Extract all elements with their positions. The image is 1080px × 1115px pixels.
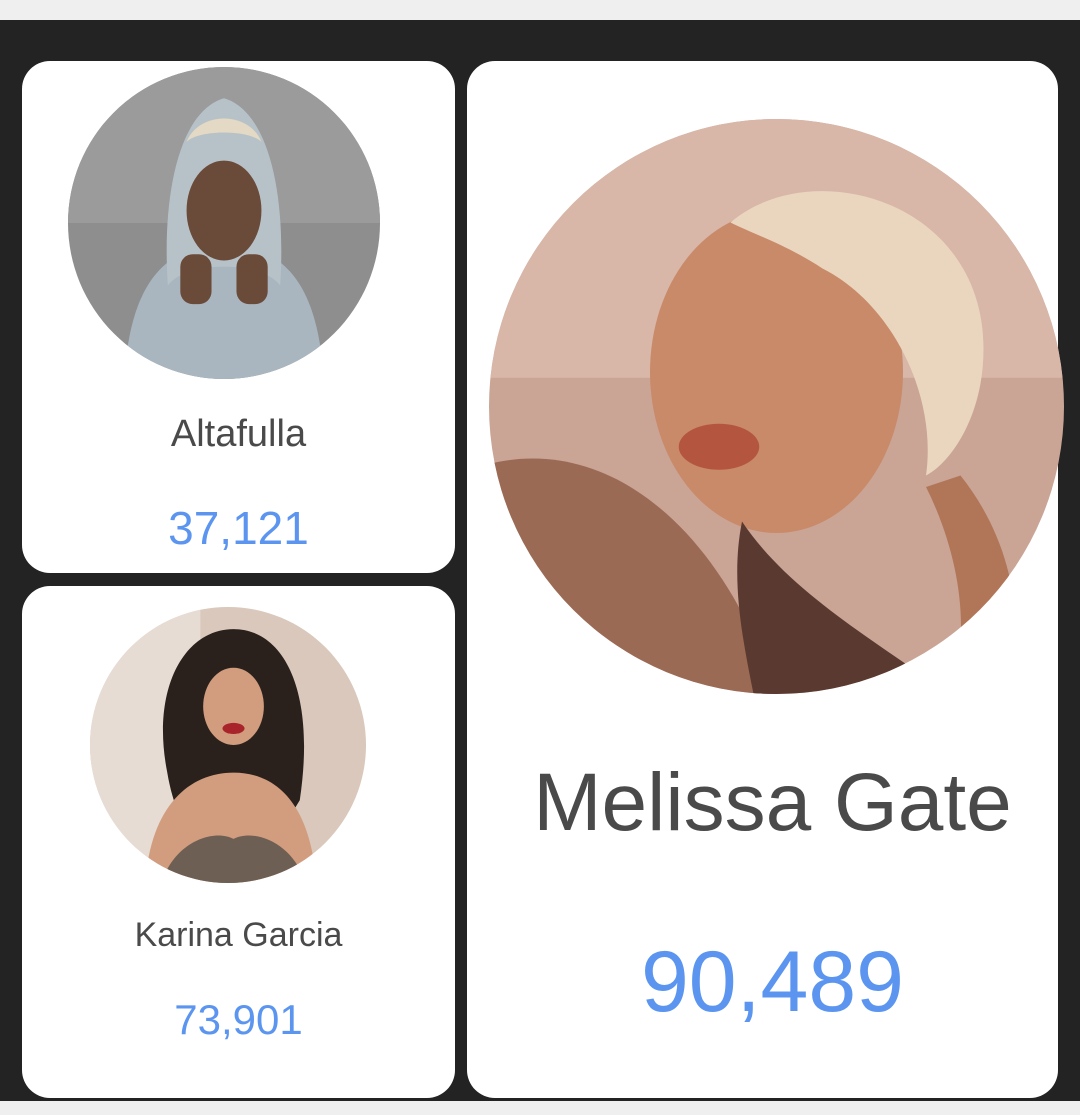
profile-photo-icon	[90, 607, 366, 883]
profile-name: Melissa Gate	[533, 757, 1012, 848]
profile-card-melissa-gate[interactable]: Melissa Gate 90,489	[467, 61, 1064, 1098]
profile-count: 90,489	[640, 934, 905, 1030]
profile-card-altafulla[interactable]: Altafulla 37,121	[22, 61, 455, 573]
avatar-melissa-gate[interactable]	[489, 119, 1064, 694]
profile-card-karina-garcia[interactable]: Karina Garcia 73,901	[22, 586, 455, 1098]
profile-count: 73,901	[174, 996, 303, 1043]
profile-count: 37,121	[168, 502, 309, 554]
profile-name: Karina Garcia	[134, 916, 343, 954]
profile-photo-icon	[68, 67, 380, 379]
leaderboard-frame: Altafulla 37,121 Karina Garcia 73,901 Me…	[0, 20, 1080, 1101]
avatar-karina-garcia[interactable]	[90, 607, 366, 883]
avatar-altafulla[interactable]	[68, 67, 380, 379]
profile-photo-icon	[489, 119, 1064, 694]
profile-name: Altafulla	[170, 413, 307, 455]
